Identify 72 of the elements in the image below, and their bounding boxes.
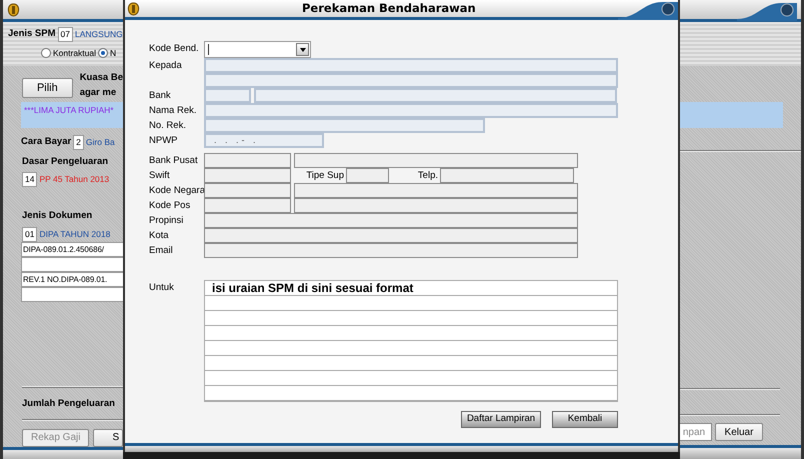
field-label: Kode Negara bbox=[149, 184, 204, 198]
pilih-button[interactable]: Pilih bbox=[22, 78, 73, 98]
field-label: No. Rek. bbox=[149, 119, 187, 133]
field-label: Propinsi bbox=[149, 214, 184, 228]
title-bar-ornament bbox=[737, 0, 797, 20]
input-field[interactable] bbox=[204, 58, 618, 73]
field-label: Untuk bbox=[149, 281, 175, 295]
input-field[interactable] bbox=[440, 168, 574, 183]
section-label: Jenis Dokumen bbox=[22, 209, 94, 224]
input-field[interactable] bbox=[204, 228, 578, 243]
total-label: Jumlah Pengeluaran bbox=[22, 396, 116, 410]
radio-label: N bbox=[110, 47, 116, 60]
input-field[interactable] bbox=[204, 168, 291, 183]
input-field[interactable] bbox=[254, 88, 617, 103]
action-button[interactable]: Keluar bbox=[715, 423, 763, 441]
field-label: Kepada bbox=[149, 59, 183, 73]
info-text: Kuasa Be bbox=[80, 71, 123, 85]
field-label: Nama Rek. bbox=[149, 104, 198, 118]
input-field[interactable] bbox=[204, 213, 578, 228]
field-label: Email bbox=[149, 244, 174, 258]
input-field[interactable] bbox=[346, 168, 389, 183]
field-label: Bank Pusat bbox=[149, 154, 199, 168]
section-label: Dasar Pengeluaran bbox=[22, 155, 110, 169]
input-field[interactable] bbox=[204, 88, 251, 103]
code-field[interactable]: 07 bbox=[58, 27, 73, 42]
text-area[interactable]: isi uraian SPM di sini sesuai format bbox=[204, 280, 618, 402]
field-value: DIPA TAHUN 2018 bbox=[39, 228, 110, 240]
field-value: Giro Ba bbox=[86, 136, 115, 149]
input-field[interactable] bbox=[204, 73, 618, 88]
input-field[interactable] bbox=[204, 153, 291, 168]
document-field[interactable] bbox=[21, 286, 123, 302]
emblem-icon bbox=[127, 2, 140, 16]
dialog-button[interactable]: Daftar Lampiran bbox=[461, 411, 541, 428]
radio-label: Kontraktual bbox=[53, 47, 96, 60]
info-text: agar me bbox=[80, 86, 118, 100]
document-field[interactable]: REV.1 NO.DIPA-089.01. bbox=[21, 272, 123, 286]
action-button[interactable]: S bbox=[93, 428, 123, 447]
field-label: Swift bbox=[149, 169, 171, 183]
document-field[interactable] bbox=[21, 256, 123, 272]
input-field[interactable] bbox=[204, 183, 291, 198]
emblem-icon bbox=[7, 2, 20, 16]
dialog-button[interactable]: Kembali bbox=[552, 411, 618, 428]
input-field[interactable] bbox=[204, 243, 578, 258]
input-field[interactable] bbox=[294, 198, 578, 213]
field-label: Kode Pos bbox=[149, 199, 192, 213]
input-field[interactable] bbox=[204, 118, 485, 133]
input-field[interactable] bbox=[294, 183, 578, 198]
radio-button[interactable] bbox=[41, 48, 51, 58]
field-label: Tipe Sup bbox=[305, 169, 345, 183]
title-bar-ornament bbox=[618, 0, 678, 20]
radio-button[interactable] bbox=[98, 48, 108, 58]
input-field[interactable] bbox=[204, 198, 291, 213]
code-field[interactable]: 01 bbox=[22, 226, 38, 242]
field-label: NPWP bbox=[149, 134, 178, 148]
input-field[interactable] bbox=[294, 153, 578, 168]
field-value: LANGSUNG bbox=[75, 28, 123, 41]
window-title: Perekaman Bendaharawan bbox=[302, 0, 476, 17]
dropdown-field[interactable] bbox=[204, 41, 311, 58]
input-field[interactable]: . . .- . bbox=[204, 133, 324, 148]
field-label: Bank bbox=[149, 89, 172, 103]
field-label: Cara Bayar bbox=[21, 135, 72, 150]
field-label: Kode Bend. bbox=[149, 42, 200, 56]
code-field[interactable]: 2 bbox=[73, 135, 84, 150]
field-label: Jenis SPM bbox=[8, 27, 56, 42]
text-area-content: isi uraian SPM di sini sesuai format bbox=[212, 281, 414, 295]
field-label: Telp. bbox=[416, 169, 439, 183]
code-field[interactable]: 14 bbox=[22, 172, 38, 188]
amount-words-field: ***LIMA JUTA RUPIAH* bbox=[21, 102, 123, 128]
field-value: PP 45 Tahun 2013 bbox=[39, 173, 110, 186]
document-field[interactable]: DIPA-089.01.2.450686/ bbox=[21, 242, 123, 256]
input-field[interactable] bbox=[204, 103, 618, 118]
field-label: Kota bbox=[149, 229, 170, 243]
